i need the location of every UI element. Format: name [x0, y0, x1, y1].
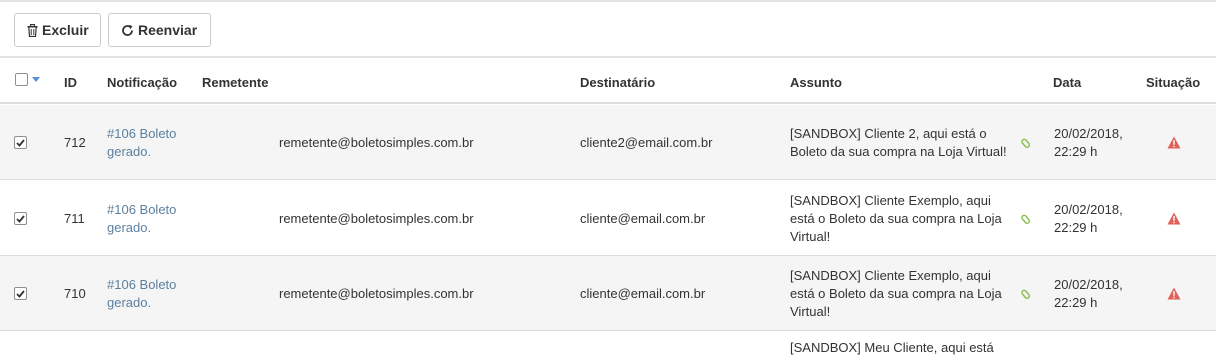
- row-sender: remetente@boletosimples.com.br: [279, 211, 474, 226]
- warning-icon: [1167, 256, 1181, 331]
- trash-icon: [27, 23, 38, 37]
- paperclip-icon[interactable]: [1021, 181, 1031, 256]
- paperclip-icon[interactable]: [1021, 105, 1031, 180]
- header-notification[interactable]: Notificação: [107, 60, 177, 104]
- row-id: 712: [64, 135, 86, 150]
- header-sender[interactable]: Remetente: [202, 60, 268, 104]
- row-recipient: cliente2@email.com.br: [580, 135, 713, 150]
- header-date[interactable]: Data: [1053, 60, 1081, 104]
- row-checkbox[interactable]: [14, 287, 27, 300]
- paperclip-icon[interactable]: [1021, 256, 1031, 331]
- toolbar: Excluir Reenviar: [0, 2, 1216, 58]
- header-id[interactable]: ID: [64, 60, 77, 104]
- row-date: 20/02/2018, 22:29 h: [1054, 125, 1123, 159]
- notification-link: #106 Boleto gerado.: [107, 181, 195, 256]
- row-sender: remetente@boletosimples.com.br: [279, 286, 474, 301]
- delete-button-label: Excluir: [42, 22, 89, 38]
- refresh-icon: [121, 24, 134, 37]
- resend-button-label: Reenviar: [138, 22, 198, 38]
- row-recipient: cliente@email.com.br: [580, 211, 706, 226]
- notification-link-text[interactable]: #106 Boleto gerado.: [107, 276, 195, 312]
- table-row[interactable]: 710 #106 Boleto gerado. remetente@boleto…: [0, 256, 1216, 331]
- row-select: [14, 256, 27, 331]
- warning-icon: [1167, 181, 1181, 256]
- header-subject[interactable]: Assunto: [790, 60, 842, 104]
- row-select: [14, 105, 27, 180]
- row-id: 711: [64, 211, 85, 226]
- row-date: 20/02/2018, 22:29 h: [1054, 201, 1123, 235]
- warning-icon: [1167, 105, 1181, 180]
- table-row[interactable]: 711 #106 Boleto gerado. remetente@boleto…: [0, 181, 1216, 256]
- delete-button[interactable]: Excluir: [14, 13, 101, 47]
- notification-link: #106 Boleto gerado.: [107, 105, 195, 180]
- table-row[interactable]: 712 #106 Boleto gerado. remetente@boleto…: [0, 105, 1216, 180]
- select-all-checkbox[interactable]: [15, 73, 28, 86]
- row-subject: [SANDBOX] Cliente Exemplo, aqui está o B…: [790, 192, 1002, 244]
- partial-row-subject: [SANDBOX] Meu Cliente, aqui está: [790, 340, 994, 355]
- row-subject: [SANDBOX] Cliente 2, aqui está o Boleto …: [790, 125, 1007, 159]
- row-checkbox[interactable]: [14, 212, 27, 225]
- notification-link: #106 Boleto gerado.: [107, 256, 195, 331]
- caret-down-icon[interactable]: [32, 77, 40, 82]
- row-recipient: cliente@email.com.br: [580, 286, 706, 301]
- select-all-control: [15, 73, 40, 86]
- resend-button[interactable]: Reenviar: [108, 13, 211, 47]
- row-select: [14, 181, 27, 256]
- row-checkbox[interactable]: [14, 136, 27, 149]
- header-recipient[interactable]: Destinatário: [580, 60, 655, 104]
- row-sender: remetente@boletosimples.com.br: [279, 135, 474, 150]
- row-date: 20/02/2018, 22:29 h: [1054, 276, 1123, 310]
- table-header: ID Notificação Remetente Destinatário As…: [0, 60, 1216, 104]
- row-id: 710: [64, 286, 86, 301]
- notification-link-text[interactable]: #106 Boleto gerado.: [107, 201, 195, 237]
- notification-link-text[interactable]: #106 Boleto gerado.: [107, 125, 195, 161]
- header-status[interactable]: Situação: [1146, 60, 1200, 104]
- row-subject: [SANDBOX] Cliente Exemplo, aqui está o B…: [790, 267, 1002, 319]
